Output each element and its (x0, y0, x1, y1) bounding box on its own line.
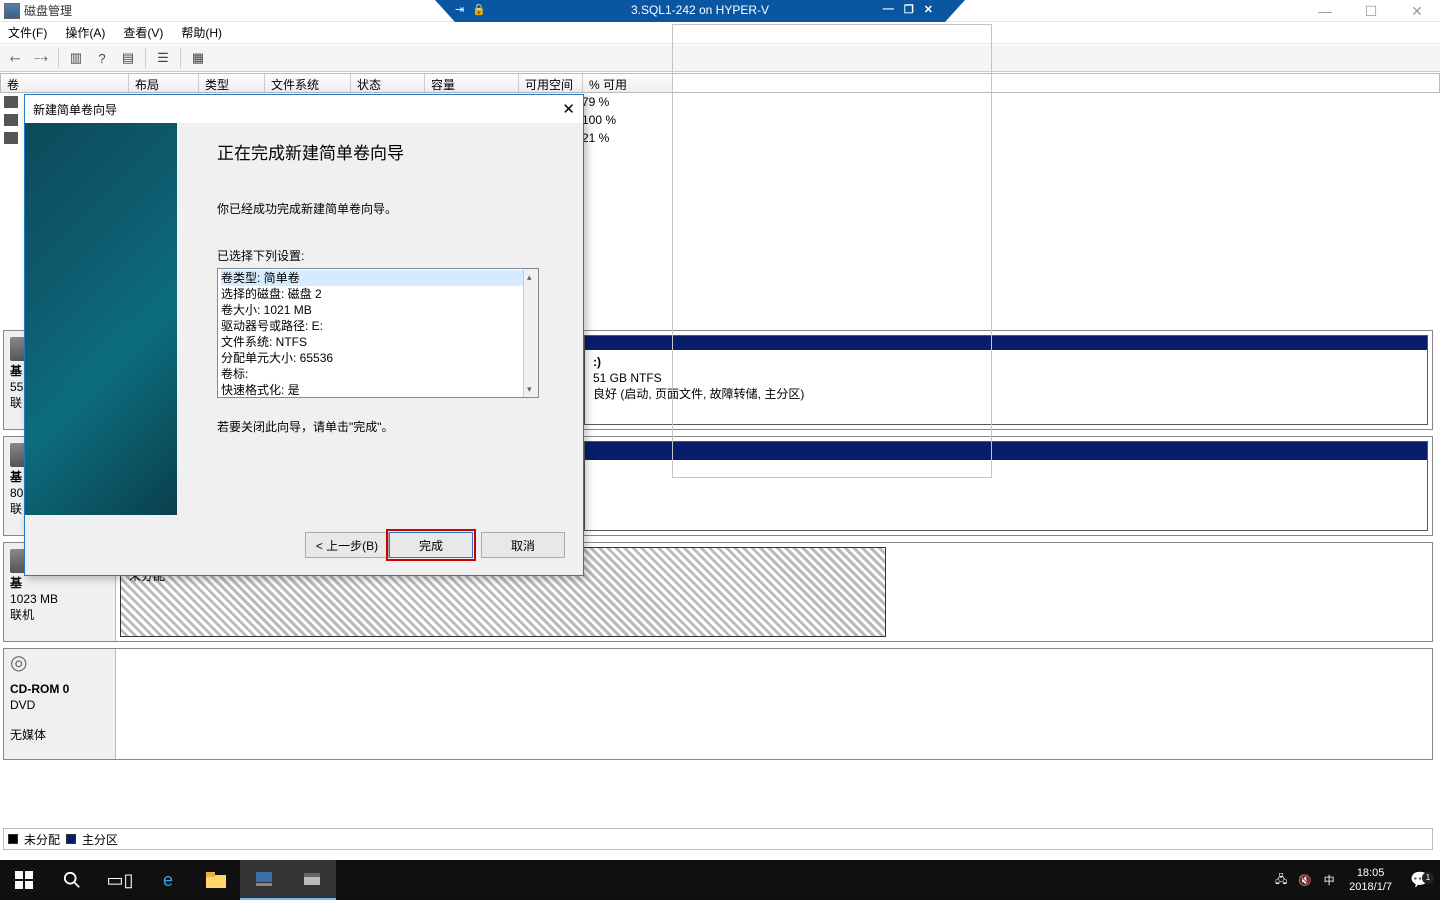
outer-minimize-button[interactable]: — (1302, 0, 1348, 22)
wizard-title: 新建简单卷向导 (33, 101, 117, 118)
taskbar-servermanager[interactable] (240, 860, 288, 900)
menu-view[interactable]: 查看(V) (123, 24, 163, 41)
new-simple-volume-wizard: 新建简单卷向导 ✕ 正在完成新建简单卷向导 你已经成功完成新建简单卷向导。 已选… (24, 94, 584, 576)
app-title: 磁盘管理 (24, 2, 72, 19)
separator (180, 48, 181, 68)
system-tray: 🖧 🔇 中 18:05 2018/1/7 💬1 (1269, 860, 1440, 900)
legend-label-unallocated: 未分配 (24, 831, 60, 848)
legend: 未分配 主分区 (3, 828, 1433, 850)
menu-bar: 文件(F) 操作(A) 查看(V) 帮助(H) (0, 22, 1440, 44)
toolbar-btn-4[interactable]: ☰ (152, 47, 174, 69)
cdrom-panel[interactable]: ◎ CD-ROM 0 DVD 无媒体 (3, 648, 1433, 760)
finish-button[interactable]: 完成 (389, 532, 473, 558)
action-center-icon[interactable]: 💬1 (1400, 870, 1440, 890)
setting-row[interactable]: 文件系统: NTFS (221, 334, 535, 350)
taskbar: ▭▯ e 🖧 🔇 中 18:05 2018/1/7 💬1 (0, 860, 1440, 900)
forward-icon[interactable]: ⤍ (30, 47, 52, 69)
hv-minimize-button[interactable]: — (883, 3, 894, 16)
separator (145, 48, 146, 68)
toolbar-btn-5[interactable]: ▦ (187, 47, 209, 69)
network-icon[interactable]: 🖧 (1269, 871, 1293, 890)
cdrom-header: ◎ CD-ROM 0 DVD 无媒体 (4, 649, 116, 759)
back-icon[interactable]: ⬸ (4, 47, 26, 69)
scrollbar[interactable] (523, 269, 538, 397)
wizard-done-text: 你已经成功完成新建简单卷向导。 (217, 200, 561, 217)
col-free[interactable]: 可用空间 (519, 74, 583, 92)
toolbar-btn-1[interactable]: ▥ (65, 47, 87, 69)
volume-icon (4, 114, 18, 126)
col-status[interactable]: 状态 (351, 74, 425, 92)
wizard-settings-label: 已选择下列设置: (217, 247, 561, 264)
setting-row[interactable]: 选择的磁盘: 磁盘 2 (221, 286, 535, 302)
search-icon[interactable] (48, 860, 96, 900)
volume-list-header: 卷 布局 类型 文件系统 状态 容量 可用空间 % 可用 (0, 73, 1440, 93)
wizard-sidebar-graphic (25, 123, 177, 517)
volume-icon (4, 132, 18, 144)
cdrom-icon: ◎ (10, 655, 38, 679)
menu-action[interactable]: 操作(A) (65, 24, 105, 41)
wizard-footer-text: 若要关闭此向导，请单击"完成"。 (217, 418, 561, 435)
menu-help[interactable]: 帮助(H) (181, 24, 222, 41)
setting-row[interactable]: 分配单元大小: 65536 (221, 350, 535, 366)
disk-1-partition[interactable] (584, 441, 1428, 531)
legend-swatch-primary (66, 834, 76, 844)
outer-window-controls: — ☐ ✕ (1302, 0, 1440, 22)
lock-icon: 🔒 (472, 3, 486, 16)
setting-row[interactable]: 卷大小: 1021 MB (221, 302, 535, 318)
wizard-heading: 正在完成新建简单卷向导 (217, 139, 561, 164)
wizard-settings-list[interactable]: 卷类型: 简单卷 选择的磁盘: 磁盘 2 卷大小: 1021 MB 驱动器号或路… (217, 268, 539, 398)
col-capacity[interactable]: 容量 (425, 74, 519, 92)
disk-0-partition-c[interactable]: :) 51 GB NTFS 良好 (启动, 页面文件, 故障转储, 主分区) (584, 335, 1428, 425)
col-pctfree[interactable]: % 可用 (583, 74, 673, 92)
menu-file[interactable]: 文件(F) (8, 24, 47, 41)
ime-icon[interactable]: 中 (1317, 872, 1341, 888)
outer-maximize-button[interactable]: ☐ (1348, 0, 1394, 22)
pin-icon[interactable]: ⇥ (455, 3, 464, 16)
setting-row[interactable]: 卷标: (221, 366, 535, 382)
wizard-close-button[interactable]: ✕ (562, 100, 575, 118)
legend-swatch-unallocated (8, 834, 18, 844)
separator (58, 48, 59, 68)
col-type[interactable]: 类型 (199, 74, 265, 92)
wizard-content: 正在完成新建简单卷向导 你已经成功完成新建简单卷向导。 已选择下列设置: 卷类型… (193, 123, 573, 517)
setting-row[interactable]: 卷类型: 简单卷 (221, 270, 535, 286)
back-button[interactable]: < 上一步(B) (305, 532, 389, 558)
cancel-button[interactable]: 取消 (481, 532, 565, 558)
col-volume[interactable]: 卷 (1, 74, 129, 92)
hv-maximize-button[interactable]: ❐ (904, 3, 914, 16)
col-fs[interactable]: 文件系统 (265, 74, 351, 92)
outer-close-button[interactable]: ✕ (1394, 0, 1440, 22)
setting-row[interactable]: 驱动器号或路径: E: (221, 318, 535, 334)
toolbar-btn-3[interactable]: ▤ (117, 47, 139, 69)
hv-close-button[interactable]: ✕ (924, 3, 933, 16)
hyperv-connection-bar[interactable]: ⇥ 🔒 3.SQL1-242 on HYPER-V — ❐ ✕ (435, 0, 965, 22)
taskbar-ie[interactable]: e (144, 860, 192, 900)
diskmgmt-icon (4, 3, 20, 19)
volume-icon (4, 96, 18, 108)
start-button[interactable] (0, 860, 48, 900)
setting-row[interactable]: 快速格式化: 是 (221, 382, 535, 398)
wizard-button-row: < 上一步(B) 完成 取消 (25, 515, 583, 575)
pct-free-column-values: 79 % 100 % 21 % (582, 93, 616, 147)
toolbar-btn-2[interactable]: ? (91, 47, 113, 69)
volume-icon[interactable]: 🔇 (1293, 874, 1317, 887)
taskview-icon[interactable]: ▭▯ (96, 860, 144, 900)
taskbar-explorer[interactable] (192, 860, 240, 900)
col-layout[interactable]: 布局 (129, 74, 199, 92)
taskbar-diskmgmt[interactable] (288, 860, 336, 900)
legend-label-primary: 主分区 (82, 831, 118, 848)
toolbar: ⬸ ⤍ ▥ ? ▤ ☰ ▦ (0, 44, 1440, 72)
clock[interactable]: 18:05 2018/1/7 (1341, 866, 1400, 894)
